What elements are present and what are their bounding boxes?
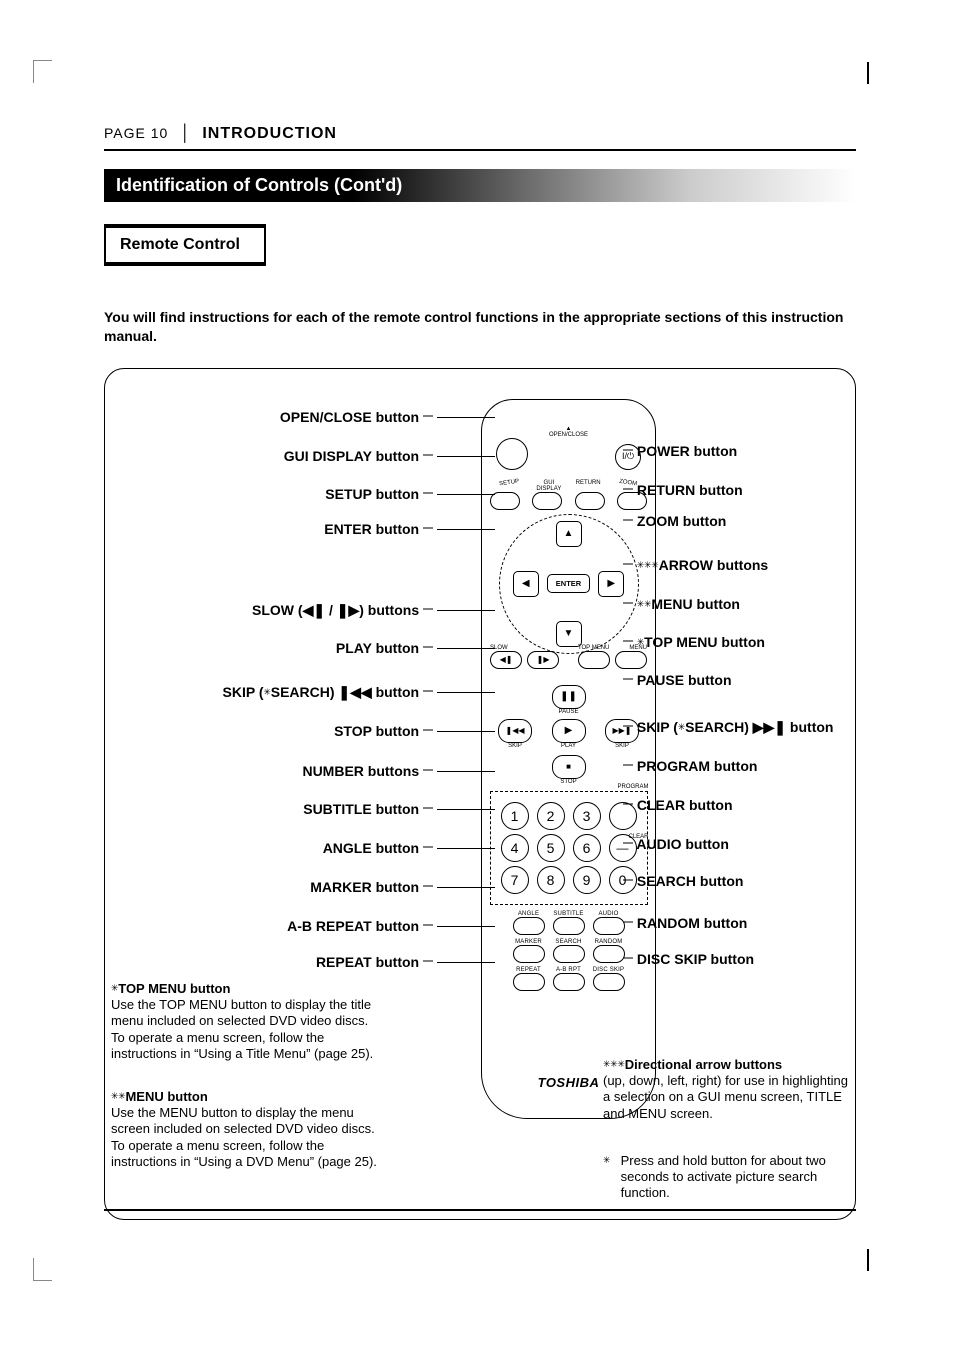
- callout-left: SETUP button: [113, 486, 433, 502]
- num-5-button[interactable]: 5: [537, 834, 565, 862]
- footer-rule: [104, 1209, 856, 1211]
- callout-left: ENTER button: [113, 521, 433, 537]
- audio-button[interactable]: [593, 917, 625, 935]
- header-separator: │: [174, 125, 196, 143]
- num-2-button[interactable]: 2: [537, 802, 565, 830]
- callout-left: STOP button: [113, 723, 433, 739]
- open-close-button[interactable]: [496, 438, 528, 470]
- slow-fwd-button[interactable]: ❚▶: [527, 651, 559, 669]
- num-1-button[interactable]: 1: [501, 802, 529, 830]
- subtitle-button[interactable]: [553, 917, 585, 935]
- num-7-button[interactable]: 7: [501, 866, 529, 894]
- label-return: RETURN: [569, 480, 608, 492]
- section-title: Identification of Controls (Cont'd): [104, 169, 856, 202]
- callout-right: PAUSE button: [623, 672, 732, 688]
- callout-left: A-B REPEAT button: [113, 918, 433, 934]
- arrow-up-button[interactable]: ▲: [556, 521, 582, 547]
- note-search-hold: ✳ Press and hold button for about two se…: [603, 1153, 853, 1202]
- callout-right: ✳✳MENU button: [623, 596, 740, 612]
- page-number: PAGE 10: [104, 125, 168, 141]
- gui-display-button[interactable]: [532, 492, 562, 510]
- repeat-button[interactable]: [513, 973, 545, 991]
- callout-right: RANDOM button: [623, 915, 747, 931]
- callout-left: GUI DISPLAY button: [113, 448, 433, 464]
- callout-right: POWER button: [623, 443, 737, 459]
- callout-left: MARKER button: [113, 879, 433, 895]
- callout-right: ✳TOP MENU button: [623, 634, 765, 650]
- menu-button[interactable]: [615, 651, 647, 669]
- num-8-button[interactable]: 8: [537, 866, 565, 894]
- callout-right: PROGRAM button: [623, 758, 757, 774]
- callout-right: SEARCH button: [623, 873, 743, 889]
- callout-right: ✳✳✳ARROW buttons: [623, 557, 768, 573]
- angle-button[interactable]: [513, 917, 545, 935]
- callout-left: OPEN/CLOSE button: [113, 409, 433, 425]
- page-header: PAGE 10 │ INTRODUCTION: [104, 125, 856, 151]
- callout-left: SKIP (✳SEARCH) ❚◀◀ button: [113, 684, 433, 701]
- arrow-down-button[interactable]: ▼: [556, 621, 582, 647]
- callout-right: CLEAR button: [623, 797, 733, 813]
- label-gui-display: GUIDISPLAY: [529, 480, 568, 492]
- callout-left: ANGLE button: [113, 840, 433, 856]
- pause-button[interactable]: ❚❚: [552, 685, 586, 709]
- callout-left: PLAY button: [113, 640, 433, 656]
- callout-right: DISC SKIP button: [623, 951, 754, 967]
- arrow-left-button[interactable]: ◀: [513, 571, 539, 597]
- marker-button[interactable]: [513, 945, 545, 963]
- return-button[interactable]: [575, 492, 605, 510]
- callout-right: AUDIO button: [623, 836, 729, 852]
- callout-left: SLOW (◀❚ / ❚▶) buttons: [113, 602, 433, 619]
- note-top-menu: ✳TOP MENU button Use the TOP MENU button…: [111, 981, 379, 1062]
- stop-button[interactable]: ■: [552, 755, 586, 779]
- callout-left: NUMBER buttons: [113, 763, 433, 779]
- top-menu-button[interactable]: [578, 651, 610, 669]
- note-arrows: ✳✳✳Directional arrow buttons (up, down, …: [603, 1057, 853, 1122]
- play-button[interactable]: ▶: [552, 719, 586, 743]
- skip-back-button[interactable]: ❚◀◀: [498, 719, 532, 743]
- callout-left: SUBTITLE button: [113, 801, 433, 817]
- num-3-button[interactable]: 3: [573, 802, 601, 830]
- callout-right: RETURN button: [623, 482, 743, 498]
- subsection-heading: Remote Control: [104, 224, 266, 266]
- arrow-right-button[interactable]: ▶: [598, 571, 624, 597]
- disc-skip-button[interactable]: [593, 973, 625, 991]
- random-button[interactable]: [593, 945, 625, 963]
- callout-left: REPEAT button: [113, 954, 433, 970]
- enter-button[interactable]: ENTER: [547, 574, 590, 593]
- intro-paragraph: You will find instructions for each of t…: [104, 308, 856, 346]
- label-play: PLAY: [552, 743, 586, 749]
- callout-right: SKIP (✳SEARCH) ▶▶❚ button: [623, 719, 833, 736]
- label-skip-back: SKIP: [498, 743, 532, 749]
- ab-repeat-button[interactable]: [553, 973, 585, 991]
- label-skip-fwd: SKIP: [605, 743, 639, 749]
- remote-diagram: ▲ OPEN/CLOSE I/⏻ SETUP GUIDISPLAY RETURN…: [104, 368, 856, 1220]
- num-6-button[interactable]: 6: [573, 834, 601, 862]
- num-9-button[interactable]: 9: [573, 866, 601, 894]
- chapter-name: INTRODUCTION: [202, 125, 337, 143]
- callout-right: ZOOM button: [623, 513, 726, 529]
- label-program: PROGRAM: [617, 784, 648, 790]
- slow-rev-button[interactable]: ◀❚: [490, 651, 522, 669]
- search-button[interactable]: [553, 945, 585, 963]
- note-menu: ✳✳MENU button Use the MENU button to dis…: [111, 1089, 379, 1170]
- num-4-button[interactable]: 4: [501, 834, 529, 862]
